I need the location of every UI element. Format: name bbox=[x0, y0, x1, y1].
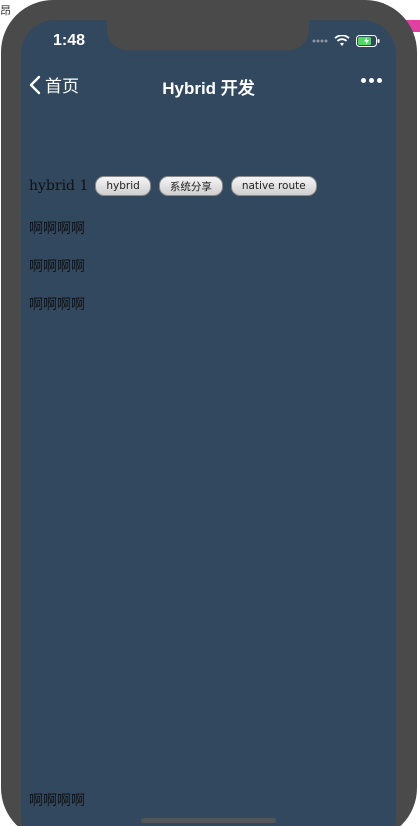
paragraph-1: 啊啊啊啊 bbox=[29, 221, 85, 237]
more-dots-icon bbox=[361, 78, 366, 83]
hybrid-button[interactable]: hybrid bbox=[95, 176, 151, 196]
device-notch bbox=[107, 20, 309, 50]
status-icons bbox=[312, 35, 380, 47]
page-title: Hybrid 开发 bbox=[162, 79, 255, 98]
more-button[interactable] bbox=[361, 78, 382, 83]
system-share-button[interactable]: 系统分享 bbox=[158, 176, 223, 196]
phone-frame: 1:48 首页 Hybrid 开发 hybrid 1 hybrid 系统分享 n… bbox=[1, 0, 417, 826]
battery-charging-icon bbox=[356, 35, 380, 47]
native-route-button[interactable]: native route bbox=[230, 176, 317, 196]
hybrid-row: hybrid 1 hybrid 系统分享 native route bbox=[29, 176, 325, 196]
more-dot bbox=[369, 78, 374, 83]
desktop-text-fragment: 昂 bbox=[0, 4, 11, 17]
bottom-paragraph: 啊啊啊啊 bbox=[29, 793, 85, 809]
more-dot bbox=[377, 78, 382, 83]
desktop-canvas: 昂 1:48 首页 Hybrid 开发 hybrid 1 hybrid 系统分享… bbox=[0, 0, 420, 826]
status-time: 1:48 bbox=[53, 32, 86, 49]
hybrid-row-label: hybrid 1 bbox=[29, 178, 89, 194]
signal-dots-icon bbox=[312, 39, 328, 43]
paragraph-3: 啊啊啊啊 bbox=[29, 297, 85, 313]
app-screen: 1:48 首页 Hybrid 开发 hybrid 1 hybrid 系统分享 n… bbox=[21, 20, 396, 826]
wifi-icon bbox=[334, 35, 350, 46]
paragraph-2: 啊啊啊啊 bbox=[29, 259, 85, 275]
home-indicator bbox=[141, 818, 276, 823]
navigation-bar: 首页 Hybrid 开发 bbox=[21, 70, 396, 100]
